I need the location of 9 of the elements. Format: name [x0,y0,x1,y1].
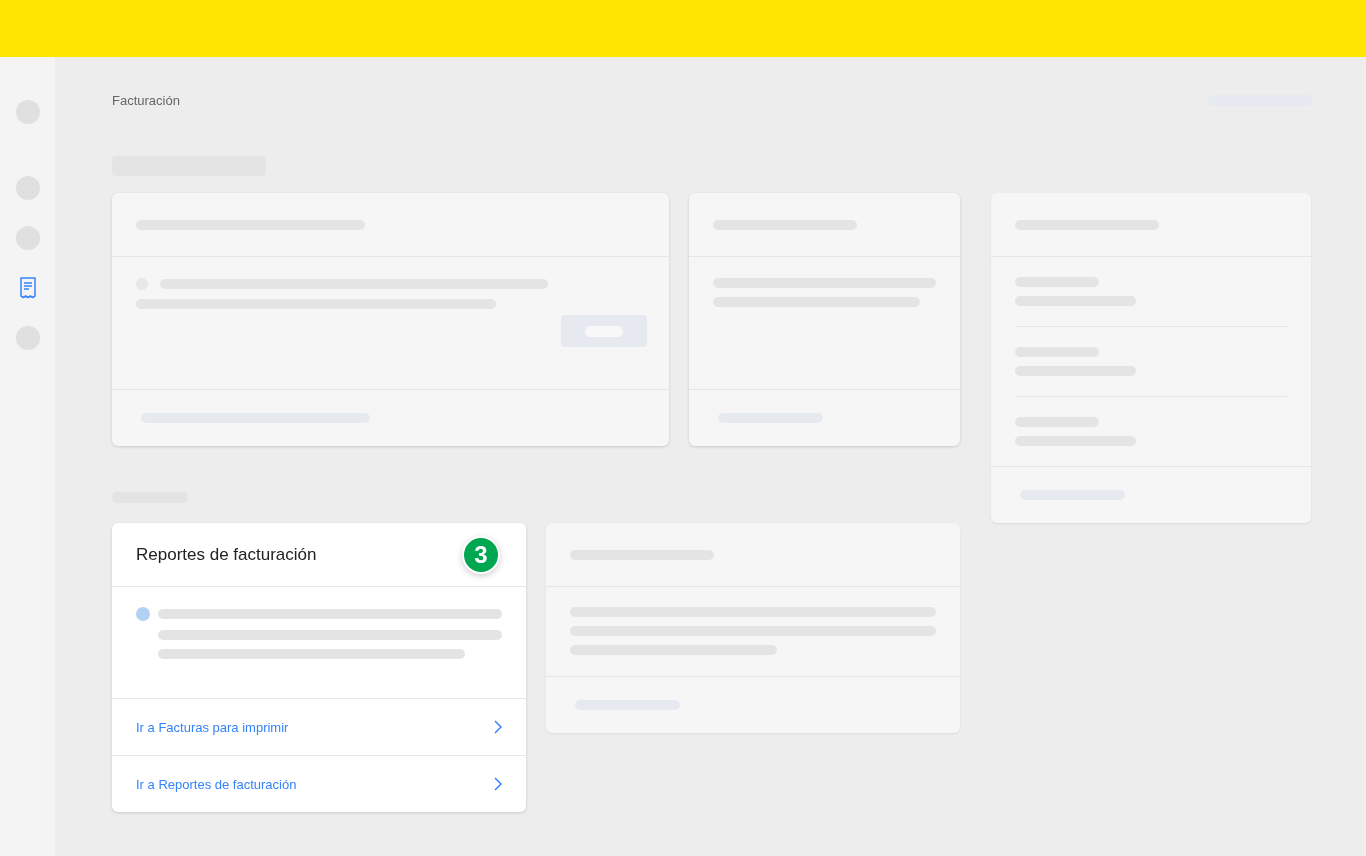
skeleton-dot [136,607,150,621]
chevron-right-icon [494,777,502,791]
breadcrumb[interactable]: Facturación [112,93,180,108]
link-row[interactable]: Ir a Reportes de facturación [112,755,526,812]
step-badge: 3 [462,535,500,574]
chevron-right-icon [494,720,502,734]
link-row[interactable]: Ir a Facturas para imprimir [112,699,526,755]
receipt-icon[interactable] [18,277,37,299]
card-title: Reportes de facturación [136,544,317,565]
